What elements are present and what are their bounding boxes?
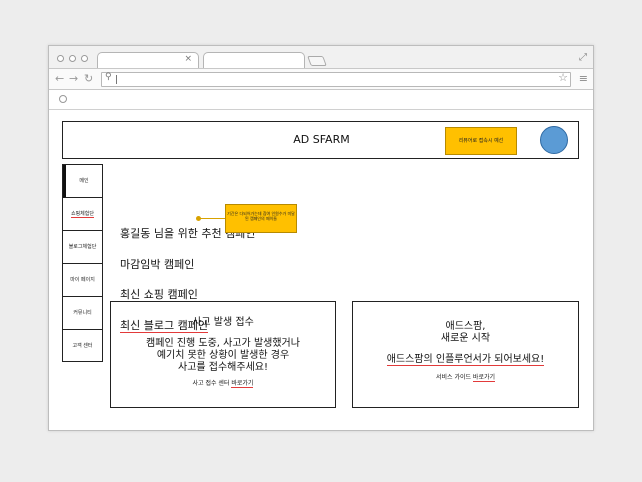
forward-arrow-icon[interactable]: → (69, 72, 78, 85)
card-link-prefix: 서비스 가이드 (435, 374, 473, 381)
campaign-shopping[interactable]: 최신 쇼핑 캠페인 (120, 286, 198, 302)
card-link-row: 서비스 가이드 바로가기 (353, 374, 578, 382)
sidebar-menu: 메인 쇼핑체험단 블로그체험단 마이 페이지 커뮤니티 고객 센터 (62, 164, 103, 362)
close-icon[interactable]: × (184, 54, 192, 64)
new-tab-button[interactable] (307, 56, 327, 66)
card-body-line: 사고를 접수해주세요! (178, 362, 268, 373)
connector-line (199, 218, 225, 219)
window-minimize-button[interactable] (69, 55, 76, 62)
back-arrow-icon[interactable]: ← (55, 72, 64, 85)
search-icon: ⚲ (105, 72, 112, 82)
sidebar-item-label: 고객 센터 (72, 343, 93, 349)
accident-link[interactable]: 바로가기 (231, 380, 254, 388)
sidebar-item-label: 쇼핑체험단 (70, 211, 94, 218)
card-link-row: 사고 접수 센터 바로가기 (111, 380, 335, 388)
service-guide-link[interactable]: 바로가기 (472, 374, 496, 382)
bookmark-star-icon[interactable]: ☆ (558, 71, 568, 84)
tab-active[interactable]: × (97, 52, 199, 68)
user-avatar[interactable] (540, 126, 568, 154)
navigation-bar: ← → ↻ ⚲ ☆ ≡ (49, 68, 593, 90)
reload-icon[interactable]: ↻ (84, 72, 93, 85)
window-close-button[interactable] (57, 55, 64, 62)
accident-report-card: 사고 발생 접수 캠페인 진행 도중, 사고가 발생했거나 예기치 못한 상황이… (110, 301, 336, 408)
influencer-card: 애드스팜, 새로운 시작 애드스팜의 인플루언서가 되어보세요! 서비스 가이드… (352, 301, 579, 408)
sticky-note-campaign: 기간은 다되어가는데 참여 인원수가 미달된 캠페인의 페이들 (225, 204, 297, 233)
bookmarks-bar (49, 90, 593, 110)
sidebar-item-support[interactable]: 고객 센터 (63, 330, 102, 363)
site-header: AD SFARM 리뷰어로 접속시 예선 (62, 121, 579, 159)
card-title: 애드스팜, (445, 321, 486, 332)
card-headline: 애드스팜의 인플루언서가 되어보세요! (353, 354, 578, 366)
sticky-note-header: 리뷰어로 접속시 예선 (445, 127, 517, 155)
text-caret (116, 75, 117, 84)
campaign-title: 마감임박 캠페인 (120, 258, 195, 271)
sidebar-item-label: 블로그체험단 (68, 244, 97, 250)
window-maximize-button[interactable] (81, 55, 88, 62)
sidebar-item-community[interactable]: 커뮤니티 (63, 297, 102, 330)
address-bar[interactable]: ⚲ ☆ (101, 71, 571, 87)
sidebar-item-label: 마이 페이지 (70, 277, 95, 283)
menu-icon[interactable]: ≡ (579, 72, 588, 85)
sidebar-item-label: 커뮤니티 (73, 310, 92, 316)
sidebar-item-shopping[interactable]: 쇼핑체험단 (63, 198, 102, 231)
tab-bar: × ⤢ (49, 46, 593, 68)
card-title: 사고 발생 접수 (192, 317, 254, 328)
card-body-line: 캠페인 진행 도중, 사고가 발생했거나 (146, 338, 300, 349)
campaign-title: 최신 쇼핑 캠페인 (120, 288, 198, 301)
card-headline-text: 애드스팜의 인플루언서가 되어보세요! (386, 354, 545, 366)
card-link-prefix: 사고 접수 센터 (192, 380, 232, 387)
page-content: AD SFARM 리뷰어로 접속시 예선 메인 쇼핑체험단 블로그체험단 마이 … (49, 111, 593, 411)
bookmark-circle-icon[interactable] (59, 95, 67, 103)
card-body-line: 예기치 못한 상황이 발생한 경우 (156, 350, 290, 361)
tab-inactive[interactable] (203, 52, 305, 68)
sidebar-item-main[interactable]: 메인 (63, 165, 102, 198)
resize-icon[interactable]: ⤢ (579, 52, 587, 63)
sidebar-item-blog[interactable]: 블로그체험단 (63, 231, 102, 264)
campaign-deadline[interactable]: 마감임박 캠페인 (120, 256, 194, 272)
browser-window: × ⤢ ← → ↻ ⚲ ☆ ≡ AD SFARM 리뷰어로 접속시 예선 메인 … (48, 45, 594, 431)
sidebar-item-label: 메인 (79, 178, 89, 184)
card-title: 새로운 시작 (440, 333, 491, 344)
sidebar-item-mypage[interactable]: 마이 페이지 (63, 264, 102, 297)
